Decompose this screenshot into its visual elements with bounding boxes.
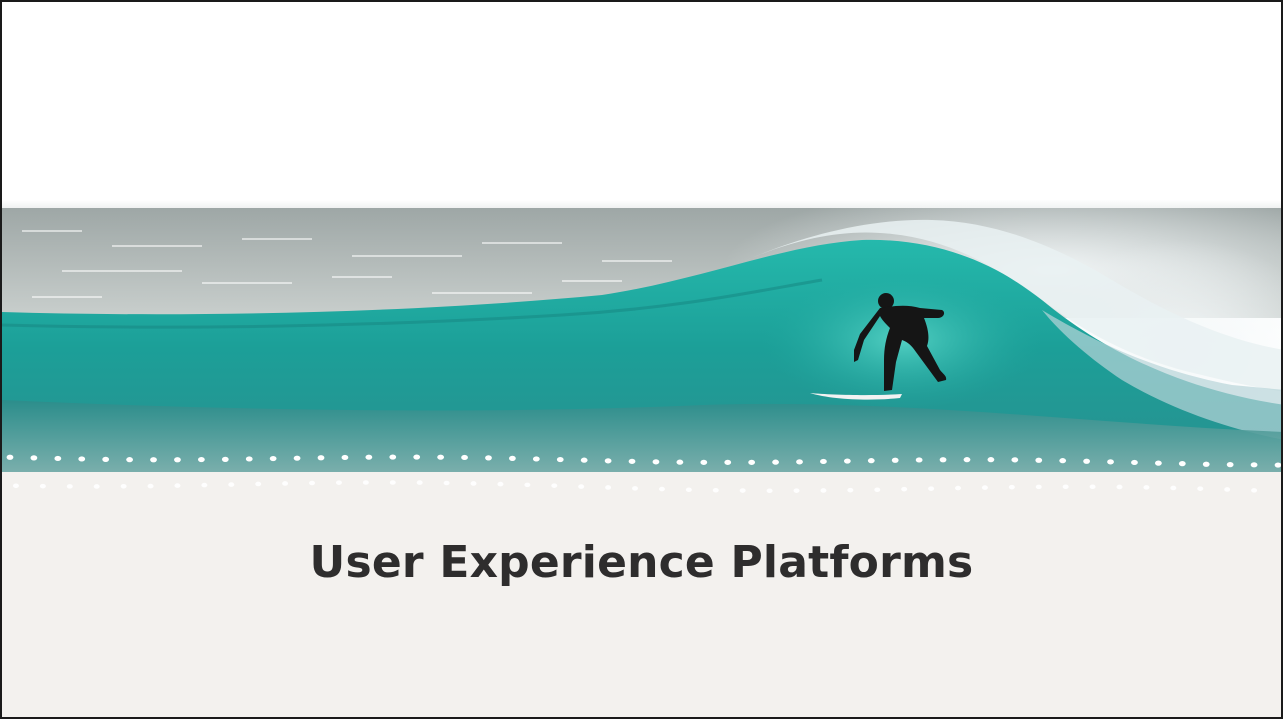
- hero-image: [2, 200, 1281, 482]
- top-white-band: [2, 2, 1281, 202]
- lower-beige-band: [2, 472, 1281, 717]
- slide: User Experience Platforms: [0, 0, 1283, 719]
- slide-title: User Experience Platforms: [309, 537, 974, 588]
- dotted-line-decoration: [6, 454, 1281, 494]
